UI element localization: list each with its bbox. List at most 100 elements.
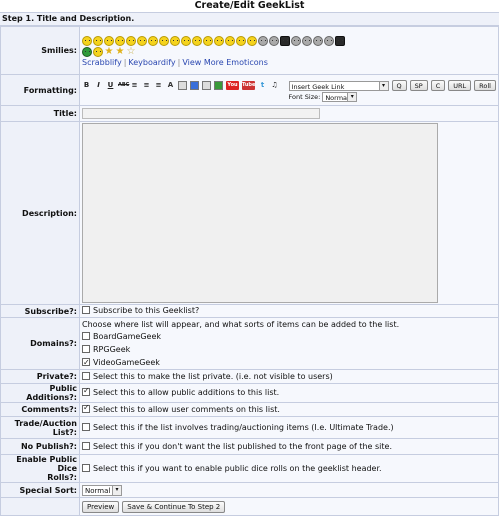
smilies-row: Smilies: ★ ★ ☆ Scrabblify | Keyboardify | View… — [0, 26, 499, 75]
surprised-icon[interactable] — [126, 36, 136, 46]
formatting-row: Formatting: B I U ABC ≡ ≡ ≡ A You Tube t… — [0, 74, 499, 106]
boardgamegeek-checkbox[interactable] — [82, 331, 90, 340]
subscribe-text: Subscribe to this Geeklist? — [93, 306, 200, 315]
strikethrough-icon[interactable]: ABC — [118, 81, 129, 90]
geek-link-select[interactable]: Insert Geek Link ▾ — [288, 80, 389, 91]
subscribe-label: Subscribe?: — [0, 304, 80, 318]
embarrassed-icon[interactable] — [203, 36, 213, 46]
tube-icon[interactable]: Tube — [242, 81, 255, 90]
videogamegeek-label: VideoGameGeek — [93, 357, 160, 367]
wink-icon[interactable] — [104, 36, 114, 46]
no-publish-checkbox[interactable] — [82, 441, 90, 450]
no-publish-row: No Publish?: Select this if you don't wa… — [0, 438, 499, 455]
sad-icon[interactable] — [137, 36, 147, 46]
image-icon[interactable] — [190, 81, 199, 90]
geek-icon[interactable] — [280, 36, 290, 46]
trade-text: Select this if the list involves trading… — [93, 422, 394, 432]
private-text: Select this to make the list private. (i… — [93, 371, 333, 381]
bold-icon[interactable]: B — [82, 81, 91, 90]
no-publish-label: No Publish?: — [0, 438, 80, 455]
tongue-icon[interactable] — [159, 36, 169, 46]
step-heading: Step 1. Title and Description. — [0, 12, 499, 26]
align-left-icon[interactable]: ≡ — [130, 81, 139, 90]
color-picker-icon[interactable] — [178, 81, 187, 90]
cry-icon[interactable] — [181, 36, 191, 46]
confused-icon[interactable] — [225, 36, 235, 46]
thinking-icon[interactable] — [214, 36, 224, 46]
align-right-icon[interactable]: ≡ — [154, 81, 163, 90]
comments-row: Comments?: Select this to allow user com… — [0, 402, 499, 417]
videogamegeek-checkbox[interactable] — [82, 356, 90, 369]
pirate-icon[interactable] — [313, 36, 323, 46]
private-checkbox[interactable] — [82, 371, 90, 380]
keyboardify-link[interactable]: Keyboardify — [128, 58, 175, 67]
smilies-label: Smilies: — [0, 26, 80, 75]
dice-text: Select this if you want to enable public… — [93, 463, 382, 473]
dice-row: Enable Public Dice Rolls?: Select this if… — [0, 454, 499, 483]
robot-icon[interactable] — [269, 36, 279, 46]
ghost-icon[interactable] — [324, 36, 334, 46]
whistle-icon[interactable] — [236, 36, 246, 46]
angry-icon[interactable] — [148, 36, 158, 46]
scrabblify-link[interactable]: Scrabblify — [82, 58, 122, 67]
yellow-smile-icon[interactable] — [93, 47, 103, 57]
italic-icon[interactable]: I — [94, 81, 103, 90]
align-center-icon[interactable]: ≡ — [142, 81, 151, 90]
underline-icon[interactable]: U — [106, 81, 115, 90]
description-textarea[interactable] — [82, 123, 438, 303]
font-size-select[interactable]: Normal ▾ — [322, 92, 358, 102]
star-empty-icon[interactable]: ☆ — [126, 47, 136, 57]
geeklist-form: Smilies: ★ ★ ☆ Scrabblify | Keyboardify | View… — [0, 26, 499, 516]
grin-icon[interactable] — [93, 36, 103, 46]
skull-icon[interactable] — [335, 36, 345, 46]
save-continue-button[interactable]: Save & Continue To Step 2 — [122, 500, 226, 513]
special-sort-select[interactable]: Normal ▾ — [82, 484, 122, 496]
media-icon[interactable] — [214, 81, 223, 90]
rpggeek-checkbox[interactable] — [82, 344, 90, 353]
private-row: Private?: Select this to make the list p… — [0, 369, 499, 384]
public-additions-row: Public Additions?: Select this to allow … — [0, 383, 499, 403]
cool-icon[interactable] — [115, 36, 125, 46]
ninja-icon[interactable] — [302, 36, 312, 46]
comments-text: Select this to allow user comments on th… — [93, 404, 280, 414]
star-half-icon[interactable]: ★ — [115, 47, 125, 57]
private-label: Private?: — [0, 369, 80, 384]
video-icon[interactable] — [202, 81, 211, 90]
music-icon[interactable]: ♫ — [270, 81, 279, 90]
subscribe-checkbox[interactable] — [82, 306, 90, 314]
public-additions-checkbox[interactable] — [82, 386, 90, 396]
title-label: Title: — [0, 105, 80, 122]
preview-button[interactable]: Preview — [82, 500, 120, 513]
view-more-emoticons-link[interactable]: View More Emoticons — [182, 58, 268, 67]
special-sort-label: Special Sort: — [0, 482, 80, 498]
zombie-icon[interactable] — [258, 36, 268, 46]
roll-button[interactable]: Roll — [474, 80, 496, 91]
special-sort-row: Special Sort: Normal ▾ — [0, 482, 499, 498]
comments-label: Comments?: — [0, 402, 80, 417]
formatting-label: Formatting: — [0, 74, 80, 106]
comments-checkbox[interactable] — [82, 403, 90, 413]
title-input[interactable] — [82, 108, 320, 119]
spoiler-button[interactable]: SP — [409, 80, 428, 91]
green-smile-icon[interactable] — [82, 47, 92, 57]
description-row: Description: — [0, 121, 499, 305]
font-color-icon[interactable]: A — [166, 81, 175, 90]
alien-icon[interactable] — [291, 36, 301, 46]
url-button[interactable]: URL — [448, 80, 472, 91]
quote-button[interactable]: Q — [391, 80, 407, 91]
c-button[interactable]: C — [430, 80, 446, 91]
actions-row: Preview Save & Continue To Step 2 — [0, 497, 499, 516]
devil-icon[interactable] — [192, 36, 202, 46]
public-additions-label: Public Additions?: — [0, 383, 80, 403]
sleep-icon[interactable] — [247, 36, 257, 46]
smile-icon[interactable] — [82, 36, 92, 46]
twitter-icon[interactable]: t — [258, 81, 267, 90]
star-full-icon[interactable]: ★ — [104, 47, 114, 57]
rpggeek-label: RPGGeek — [93, 344, 131, 354]
trade-checkbox[interactable] — [82, 422, 90, 431]
trade-row: Trade/Auction List?: Select this if the l… — [0, 416, 499, 439]
youtube-icon[interactable]: You — [226, 81, 239, 90]
dice-checkbox[interactable] — [82, 463, 90, 472]
laugh-icon[interactable] — [170, 36, 180, 46]
subscribe-row: Subscribe?: Subscribe to this Geeklist? — [0, 304, 499, 318]
